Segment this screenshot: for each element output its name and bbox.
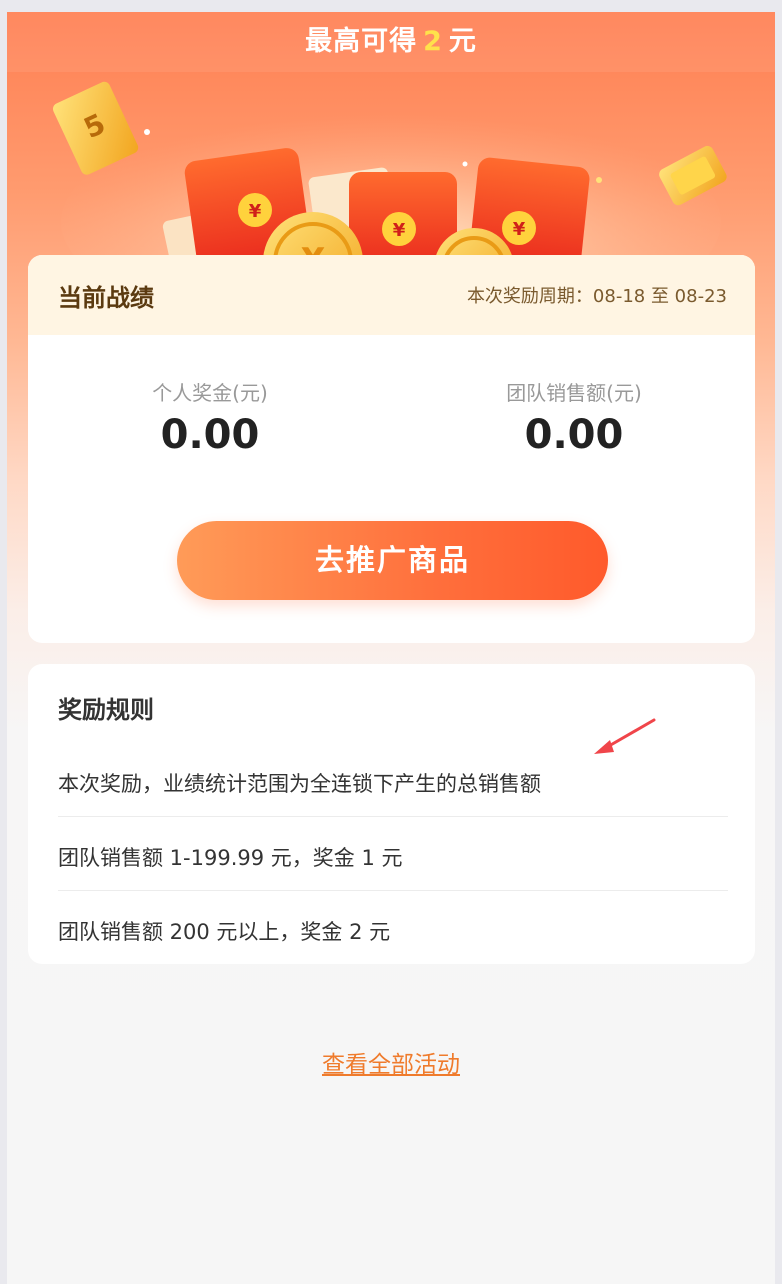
personal-bonus-label: 个人奖金(元): [152, 381, 268, 405]
sparkle-icon: [462, 161, 468, 167]
stats-card: 当前战绩 本次奖励周期：08-18 至 08-23 个人奖金(元) 0.00 团…: [28, 255, 755, 643]
rule-item: 本次奖励，业绩统计范围为全连锁下产生的总销售额: [58, 772, 541, 796]
activity-page: 最高可得 2 元 5 ¥ ¥ ¥ 当前战绩 本次奖励周期：08-18 至 08-…: [7, 12, 775, 1284]
rule-item: 团队销售额 200 元以上，奖金 2 元: [58, 920, 391, 944]
stats-card-title: 当前战绩: [58, 283, 154, 312]
stats-row: 个人奖金(元) 0.00 团队销售额(元) 0.00: [28, 335, 755, 515]
hero-illustration: 5 ¥ ¥ ¥ ¥: [52, 81, 727, 272]
rule-item: 团队销售额 1-199.99 元，奖金 1 元: [58, 846, 403, 870]
personal-bonus-stat: 个人奖金(元) 0.00: [60, 377, 360, 458]
sparkle-icon: [596, 177, 602, 183]
divider: [58, 890, 728, 891]
banner-prefix: 最高可得: [305, 26, 418, 57]
promote-products-button[interactable]: 去推广商品: [177, 521, 608, 600]
currency-symbol: ¥: [513, 219, 526, 240]
currency-symbol: ¥: [249, 201, 262, 222]
team-sales-stat: 团队销售额(元) 0.00: [424, 377, 724, 458]
banner-title: 最高可得 2 元: [7, 12, 775, 72]
sparkle-icon: [144, 129, 150, 135]
team-sales-label: 团队销售额(元): [506, 381, 642, 405]
team-sales-value: 0.00: [524, 412, 624, 458]
banner-suffix: 元: [448, 26, 477, 57]
view-all-activities-link[interactable]: 查看全部活动: [7, 1045, 775, 1079]
personal-bonus-value: 0.00: [160, 412, 260, 458]
banner-amount: 2: [423, 26, 443, 57]
rules-title: 奖励规则: [58, 696, 154, 724]
reward-period: 本次奖励周期：08-18 至 08-23: [466, 286, 727, 307]
annotation-arrow-icon: [594, 718, 656, 754]
currency-symbol: ¥: [393, 220, 406, 241]
divider: [58, 816, 728, 817]
stats-card-header: 当前战绩 本次奖励周期：08-18 至 08-23: [28, 255, 755, 335]
rules-card: 奖励规则 本次奖励，业绩统计范围为全连锁下产生的总销售额 团队销售额 1-199…: [28, 664, 755, 964]
